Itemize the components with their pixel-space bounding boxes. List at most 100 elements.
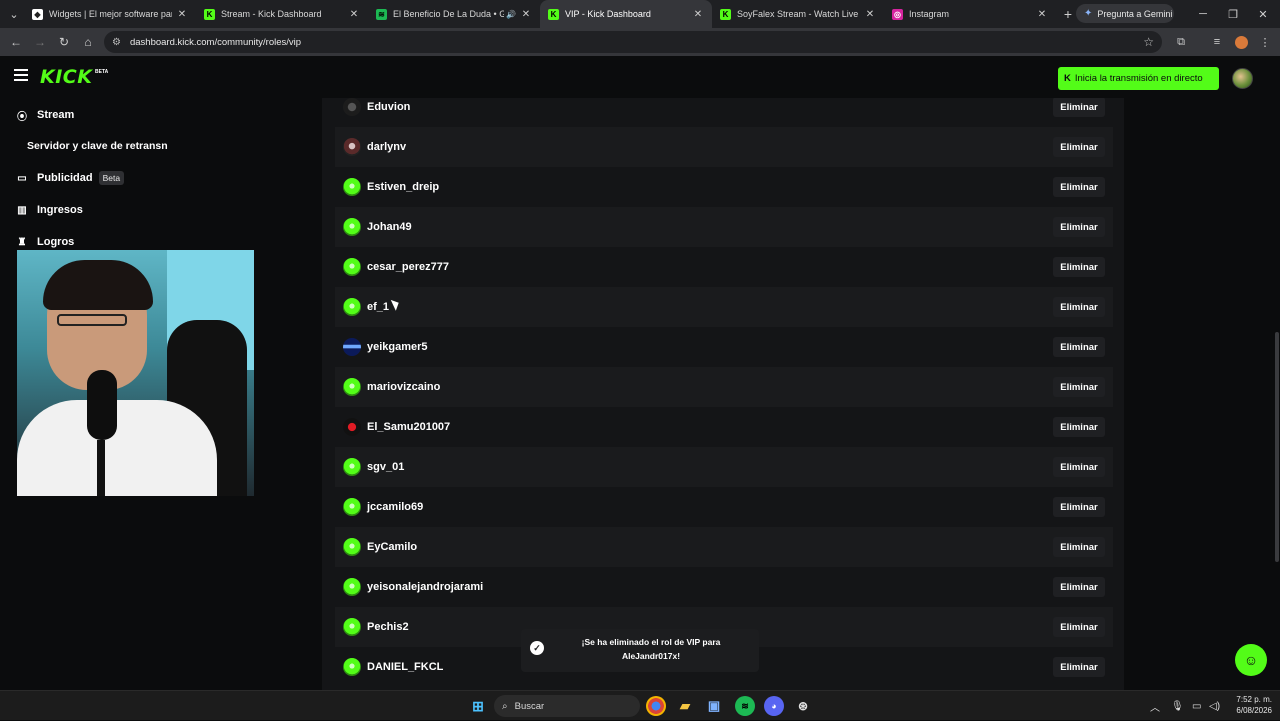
forward-icon[interactable]: → xyxy=(28,30,52,54)
sidebar-item-publicidad[interactable]: ▭ Publicidad Beta xyxy=(16,170,125,186)
remove-vip-button[interactable]: Eliminar xyxy=(1053,337,1105,357)
remove-vip-button[interactable]: Eliminar xyxy=(1053,137,1105,157)
sidebar-item-ingresos[interactable]: ▥ Ingresos xyxy=(16,202,83,218)
tab-title: Stream - Kick Dashboard xyxy=(221,9,322,19)
sidebar-item-label: Stream xyxy=(37,109,75,121)
webcam-overlay xyxy=(17,250,254,496)
browser-tab[interactable]: ◆ Widgets | El mejor software para ✕ xyxy=(24,0,196,28)
kick-logo[interactable]: KICK xyxy=(40,66,92,88)
app-icon[interactable]: ⊛ xyxy=(793,696,813,716)
close-tab-icon[interactable]: ✕ xyxy=(1036,9,1048,20)
remove-vip-button[interactable]: Eliminar xyxy=(1053,377,1105,397)
clock-date: 6/08/2026 xyxy=(1236,706,1272,715)
sidebar-item-stream[interactable]: ⦿ Stream xyxy=(16,107,74,123)
file-explorer-icon[interactable]: ▰ xyxy=(675,696,695,716)
remove-vip-button[interactable]: Eliminar xyxy=(1053,98,1105,117)
vip-row: sgv_01 Eliminar xyxy=(335,447,1113,487)
go-live-button[interactable]: K Inicia la transmisión en directo xyxy=(1058,67,1219,90)
tab-list: ◆ Widgets | El mejor software para ✕ K Strea… xyxy=(24,0,1056,28)
back-icon[interactable]: ← xyxy=(4,30,28,54)
browser-tab[interactable]: K SoyFalex Stream - Watch Live o ✕ xyxy=(712,0,884,28)
sidebar-item-logros[interactable]: ♜ Logros xyxy=(16,234,75,250)
maximize-button[interactable]: ❐ xyxy=(1218,0,1248,28)
sidebar-item-label: Servidor y clave de retransn xyxy=(27,140,168,152)
spotify-icon[interactable]: ≋ xyxy=(735,696,755,716)
clock-time: 7:52 p. m. xyxy=(1236,695,1272,704)
vip-username: yeisonalejandrojarami xyxy=(367,581,484,593)
remove-vip-button[interactable]: Eliminar xyxy=(1053,177,1105,197)
close-tab-icon[interactable]: ✕ xyxy=(348,9,360,20)
search-icon: ⌕ xyxy=(502,700,508,712)
chrome-icon[interactable] xyxy=(646,696,666,716)
search-label: Buscar xyxy=(514,700,545,712)
sidebar-item-label: Publicidad xyxy=(37,172,93,184)
remove-vip-button[interactable]: Eliminar xyxy=(1053,617,1105,637)
remove-vip-button[interactable]: Eliminar xyxy=(1053,217,1105,237)
remove-vip-button[interactable]: Eliminar xyxy=(1053,657,1105,677)
remove-vip-button[interactable]: Eliminar xyxy=(1053,417,1105,437)
ad-icon: ▭ xyxy=(17,172,27,184)
remove-vip-button[interactable]: Eliminar xyxy=(1053,257,1105,277)
tab-search-button[interactable]: ⌄ xyxy=(4,4,24,24)
close-tab-icon[interactable]: ✕ xyxy=(692,9,704,20)
microphone-icon[interactable]: 🎙 xyxy=(1171,691,1184,721)
browser-tab[interactable]: ≋ El Beneficio De La Duda • G 🔊 ✕ xyxy=(368,0,540,28)
site-info-icon[interactable]: ⚙ xyxy=(112,37,121,48)
browser-menu-icon[interactable]: ⋮ xyxy=(1253,28,1277,56)
remove-vip-button[interactable]: Eliminar xyxy=(1053,297,1105,317)
media-control-icon[interactable]: ≡ xyxy=(1205,28,1229,56)
store-icon[interactable]: ▣ xyxy=(704,696,724,716)
vip-username: Johan49 xyxy=(367,221,412,233)
remove-vip-button[interactable]: Eliminar xyxy=(1053,577,1105,597)
user-avatar xyxy=(343,418,361,436)
user-avatar xyxy=(343,538,361,556)
browser-tab[interactable]: ◎ Instagram ✕ xyxy=(884,0,1056,28)
page-scrollbar[interactable] xyxy=(1275,332,1279,562)
user-avatar xyxy=(343,658,361,676)
kick-icon: K xyxy=(204,8,215,20)
address-bar[interactable]: ⚙ dashboard.kick.com/community/roles/vip… xyxy=(104,31,1162,53)
user-avatar xyxy=(343,218,361,236)
help-chat-button[interactable]: ☺ xyxy=(1235,644,1267,676)
tab-audio-icon[interactable]: 🔊 xyxy=(506,10,516,19)
toast-notification: ✓ ¡Se ha eliminado el rol de VIP para Al… xyxy=(521,629,759,672)
close-window-button[interactable]: ✕ xyxy=(1248,0,1278,28)
vip-username: DANIEL_FKCL xyxy=(367,661,444,673)
taskbar-clock[interactable]: 7:52 p. m. 6/08/2026 xyxy=(1226,694,1272,716)
minimize-button[interactable]: ─ xyxy=(1188,0,1218,28)
tray-chevron-icon[interactable]: ︿ xyxy=(1150,691,1160,721)
vip-username: yeikgamer5 xyxy=(367,341,428,353)
close-tab-icon[interactable]: ✕ xyxy=(864,9,876,20)
spotify-icon: ≋ xyxy=(376,8,387,20)
go-live-label: Inicia la transmisión en directo xyxy=(1074,73,1203,84)
user-avatar[interactable] xyxy=(1232,68,1253,89)
remove-vip-button[interactable]: Eliminar xyxy=(1053,537,1105,557)
vip-row: Johan49 Eliminar xyxy=(335,207,1113,247)
taskbar-search[interactable]: ⌕ Buscar xyxy=(494,695,640,717)
vip-row: Eduvion Eliminar xyxy=(335,98,1113,127)
ask-gemini-button[interactable]: ✦ Pregunta a Gemini xyxy=(1076,4,1174,23)
extensions-icon[interactable]: ⧉ xyxy=(1169,28,1193,56)
vip-row: Estiven_dreip Eliminar xyxy=(335,167,1113,207)
kick-icon: K xyxy=(548,8,559,20)
windows-start-icon[interactable]: ⊞ xyxy=(468,696,488,716)
profile-icon[interactable] xyxy=(1229,28,1253,56)
bookmark-star-icon[interactable]: ☆ xyxy=(1143,35,1154,49)
browser-tab[interactable]: K VIP - Kick Dashboard ✕ xyxy=(540,0,712,28)
user-avatar xyxy=(343,298,361,316)
menu-icon[interactable] xyxy=(14,69,28,83)
volume-icon[interactable]: ◁) xyxy=(1209,691,1220,721)
webcam-mic-stand xyxy=(97,440,105,496)
vip-row: cesar_perez777 Eliminar xyxy=(335,247,1113,287)
network-icon[interactable]: ▭ xyxy=(1192,691,1201,721)
close-tab-icon[interactable]: ✕ xyxy=(176,9,188,20)
browser-tab[interactable]: K Stream - Kick Dashboard ✕ xyxy=(196,0,368,28)
sidebar-item-stream-key[interactable]: Servidor y clave de retransn xyxy=(27,138,168,154)
close-tab-icon[interactable]: ✕ xyxy=(520,9,532,20)
remove-vip-button[interactable]: Eliminar xyxy=(1053,497,1105,517)
discord-icon[interactable]: ◕ xyxy=(764,696,784,716)
reload-icon[interactable]: ↻ xyxy=(52,30,76,54)
user-avatar xyxy=(343,458,361,476)
home-icon[interactable]: ⌂ xyxy=(76,30,100,54)
remove-vip-button[interactable]: Eliminar xyxy=(1053,457,1105,477)
